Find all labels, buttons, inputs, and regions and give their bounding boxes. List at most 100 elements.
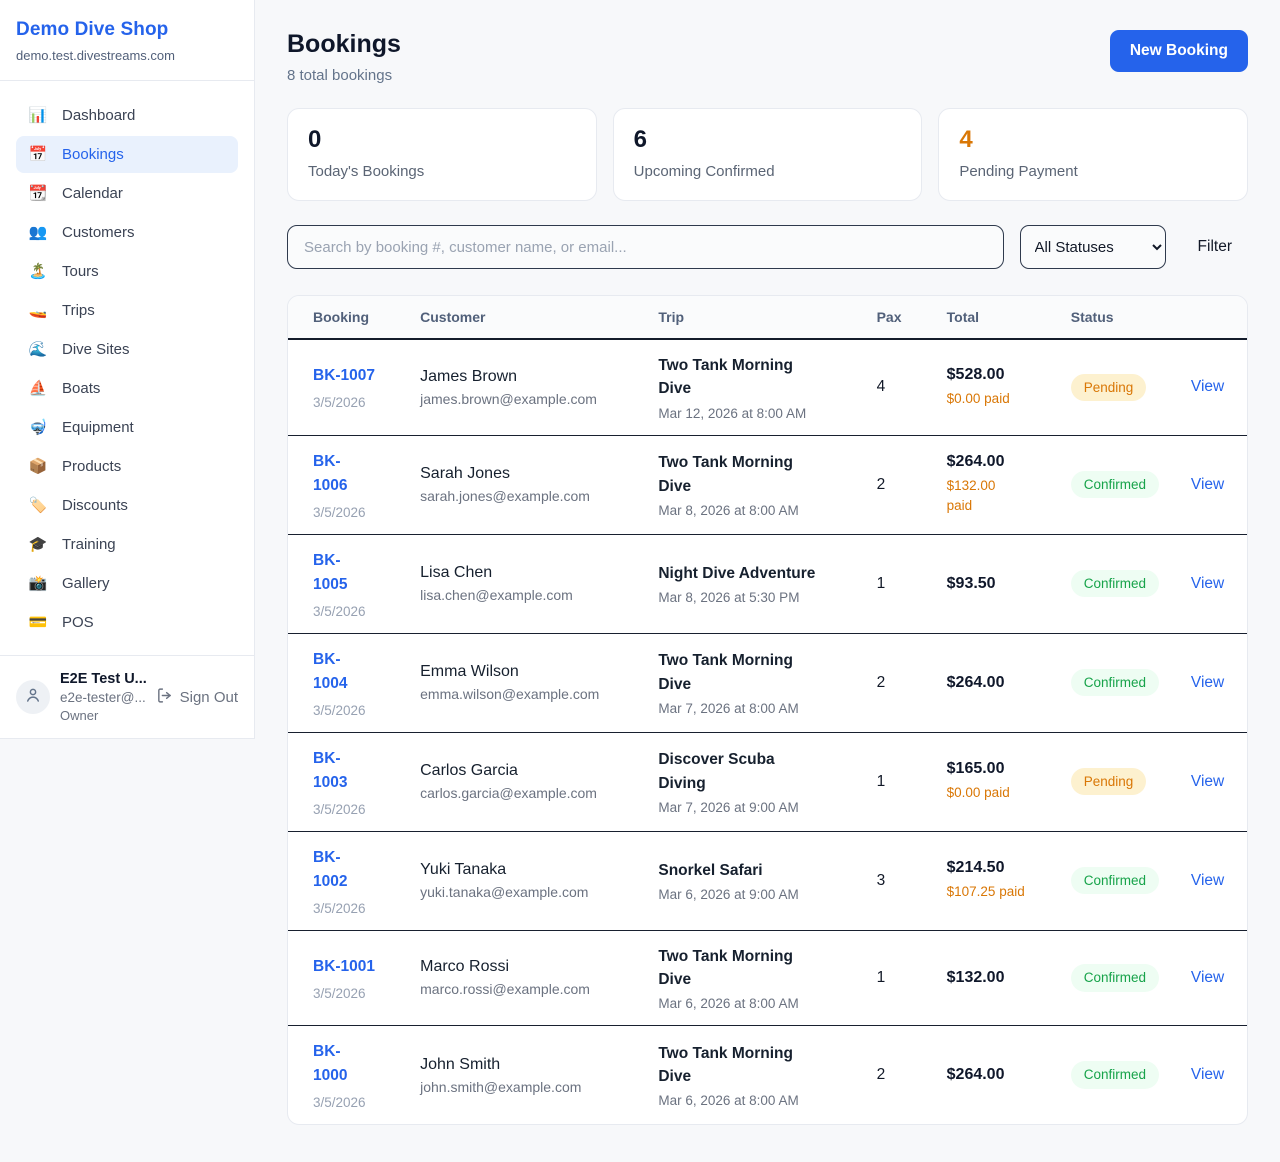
view-link[interactable]: View bbox=[1191, 674, 1224, 691]
sidebar-item-products[interactable]: 📦 Products bbox=[16, 448, 238, 485]
view-link[interactable]: View bbox=[1191, 969, 1224, 986]
column-header-pax: Pax bbox=[865, 296, 935, 339]
status-cell: Confirmed bbox=[1059, 633, 1179, 732]
sidebar-item-label: Products bbox=[62, 458, 121, 475]
view-link[interactable]: View bbox=[1191, 476, 1224, 493]
sidebar-item-tours[interactable]: 🏝️ Tours bbox=[16, 253, 238, 290]
total-amount: $165.00 bbox=[947, 760, 1047, 778]
booking-id-link[interactable]: BK-1003 bbox=[313, 747, 359, 795]
camera-flash-icon: 📸 bbox=[28, 576, 48, 591]
stats-row: 0 Today's Bookings 6 Upcoming Confirmed … bbox=[287, 108, 1248, 201]
total-amount: $214.50 bbox=[947, 859, 1047, 877]
view-link[interactable]: View bbox=[1191, 575, 1224, 592]
sidebar-item-label: Trips bbox=[62, 302, 95, 319]
trip-datetime: Mar 7, 2026 at 9:00 AM bbox=[658, 800, 852, 815]
sidebar-item-training[interactable]: 🎓 Training bbox=[16, 526, 238, 563]
sidebar-item-pos[interactable]: 💳 POS bbox=[16, 604, 238, 641]
booking-id-link[interactable]: BK-1006 bbox=[313, 450, 359, 498]
action-cell: View bbox=[1179, 339, 1247, 435]
pax-cell: 2 bbox=[865, 633, 935, 732]
customer-email: marco.rossi@example.com bbox=[420, 981, 634, 997]
view-link[interactable]: View bbox=[1191, 378, 1224, 395]
booking-date: 3/5/2026 bbox=[313, 604, 396, 619]
sign-out-icon bbox=[156, 687, 173, 708]
stat-label: Upcoming Confirmed bbox=[634, 163, 902, 180]
bookings-table: Booking Customer Trip Pax Total Status B… bbox=[288, 296, 1247, 1124]
pax-value: 1 bbox=[877, 575, 886, 592]
brand-block: Demo Dive Shop demo.test.divestreams.com bbox=[0, 0, 254, 81]
trip-cell: Two Tank Morning Dive Mar 7, 2026 at 8:0… bbox=[646, 633, 864, 732]
sidebar-item-discounts[interactable]: 🏷️ Discounts bbox=[16, 487, 238, 524]
trip-name: Two Tank Morning Dive bbox=[658, 451, 820, 498]
sidebar-item-gallery[interactable]: 📸 Gallery bbox=[16, 565, 238, 602]
trip-cell: Two Tank Morning Dive Mar 12, 2026 at 8:… bbox=[646, 339, 864, 435]
view-link[interactable]: View bbox=[1191, 872, 1224, 889]
filter-button[interactable]: Filter bbox=[1182, 238, 1248, 256]
status-badge: Confirmed bbox=[1071, 1061, 1159, 1089]
credit-card-icon: 💳 bbox=[28, 615, 48, 630]
pax-cell: 1 bbox=[865, 534, 935, 633]
total-cell: $528.00 $0.00 paid bbox=[935, 339, 1059, 435]
booking-id-link[interactable]: BK-1002 bbox=[313, 846, 359, 894]
sidebar-item-equipment[interactable]: 🤿 Equipment bbox=[16, 409, 238, 446]
sign-out-button[interactable]: Sign Out bbox=[156, 687, 238, 708]
water-wave-icon: 🌊 bbox=[28, 342, 48, 357]
trip-cell: Two Tank Morning Dive Mar 6, 2026 at 8:0… bbox=[646, 930, 864, 1026]
customer-email: john.smith@example.com bbox=[420, 1079, 634, 1095]
amount-paid: $0.00 paid bbox=[947, 389, 1047, 409]
action-cell: View bbox=[1179, 831, 1247, 930]
total-amount: $528.00 bbox=[947, 366, 1047, 384]
trip-name: Two Tank Morning Dive bbox=[658, 354, 820, 401]
stat-card-upcoming-confirmed: 6 Upcoming Confirmed bbox=[613, 108, 923, 201]
page-header: Bookings 8 total bookings New Booking bbox=[287, 22, 1248, 84]
total-cell: $264.00 bbox=[935, 1026, 1059, 1125]
sidebar-item-dive-sites[interactable]: 🌊 Dive Sites bbox=[16, 331, 238, 368]
trip-datetime: Mar 8, 2026 at 5:30 PM bbox=[658, 590, 852, 605]
column-header-actions bbox=[1179, 296, 1247, 339]
user-info: E2E Test U... e2e-tester@... Owner bbox=[60, 671, 146, 723]
speedboat-icon: 🚤 bbox=[28, 303, 48, 318]
sidebar-item-trips[interactable]: 🚤 Trips bbox=[16, 292, 238, 329]
page-header-text: Bookings 8 total bookings bbox=[287, 22, 401, 84]
customer-name: John Smith bbox=[420, 1056, 634, 1074]
status-cell: Confirmed bbox=[1059, 534, 1179, 633]
action-cell: View bbox=[1179, 435, 1247, 534]
table-row: BK-1005 3/5/2026 Lisa Chen lisa.chen@exa… bbox=[288, 534, 1247, 633]
view-link[interactable]: View bbox=[1191, 1066, 1224, 1083]
sidebar-item-bookings[interactable]: 📅 Bookings bbox=[16, 136, 238, 173]
status-cell: Pending bbox=[1059, 732, 1179, 831]
booking-id-link[interactable]: BK-1000 bbox=[313, 1040, 359, 1088]
sidebar-item-boats[interactable]: ⛵ Boats bbox=[16, 370, 238, 407]
booking-id-link[interactable]: BK-1007 bbox=[313, 364, 375, 388]
new-booking-button[interactable]: New Booking bbox=[1110, 30, 1248, 72]
sidebar-item-calendar[interactable]: 📆 Calendar bbox=[16, 175, 238, 212]
booking-date: 3/5/2026 bbox=[313, 901, 396, 916]
search-input[interactable] bbox=[287, 225, 1004, 269]
customer-name: Lisa Chen bbox=[420, 564, 634, 582]
booking-id-link[interactable]: BK-1001 bbox=[313, 955, 375, 979]
booking-id-link[interactable]: BK-1004 bbox=[313, 648, 359, 696]
stat-value: 4 bbox=[959, 126, 1227, 154]
calendar-date-icon: 📅 bbox=[28, 147, 48, 162]
customer-cell: Sarah Jones sarah.jones@example.com bbox=[408, 435, 646, 534]
trip-datetime: Mar 6, 2026 at 9:00 AM bbox=[658, 887, 852, 902]
total-cell: $165.00 $0.00 paid bbox=[935, 732, 1059, 831]
customer-cell: John Smith john.smith@example.com bbox=[408, 1026, 646, 1125]
sign-out-label: Sign Out bbox=[180, 689, 238, 706]
booking-cell: BK-1006 3/5/2026 bbox=[288, 435, 408, 534]
table-row: BK-1000 3/5/2026 John Smith john.smith@e… bbox=[288, 1026, 1247, 1125]
sidebar-item-label: Calendar bbox=[62, 185, 123, 202]
booking-id-link[interactable]: BK-1005 bbox=[313, 549, 359, 597]
graduation-cap-icon: 🎓 bbox=[28, 537, 48, 552]
person-icon bbox=[24, 686, 42, 709]
status-badge: Confirmed bbox=[1071, 471, 1159, 499]
stat-label: Pending Payment bbox=[959, 163, 1227, 180]
tear-off-calendar-icon: 📆 bbox=[28, 186, 48, 201]
action-cell: View bbox=[1179, 534, 1247, 633]
view-link[interactable]: View bbox=[1191, 773, 1224, 790]
sidebar: Demo Dive Shop demo.test.divestreams.com… bbox=[0, 0, 255, 739]
status-filter-select[interactable]: All Statuses bbox=[1020, 225, 1166, 269]
sidebar-item-dashboard[interactable]: 📊 Dashboard bbox=[16, 97, 238, 134]
sidebar-item-customers[interactable]: 👥 Customers bbox=[16, 214, 238, 251]
customer-email: james.brown@example.com bbox=[420, 391, 634, 407]
